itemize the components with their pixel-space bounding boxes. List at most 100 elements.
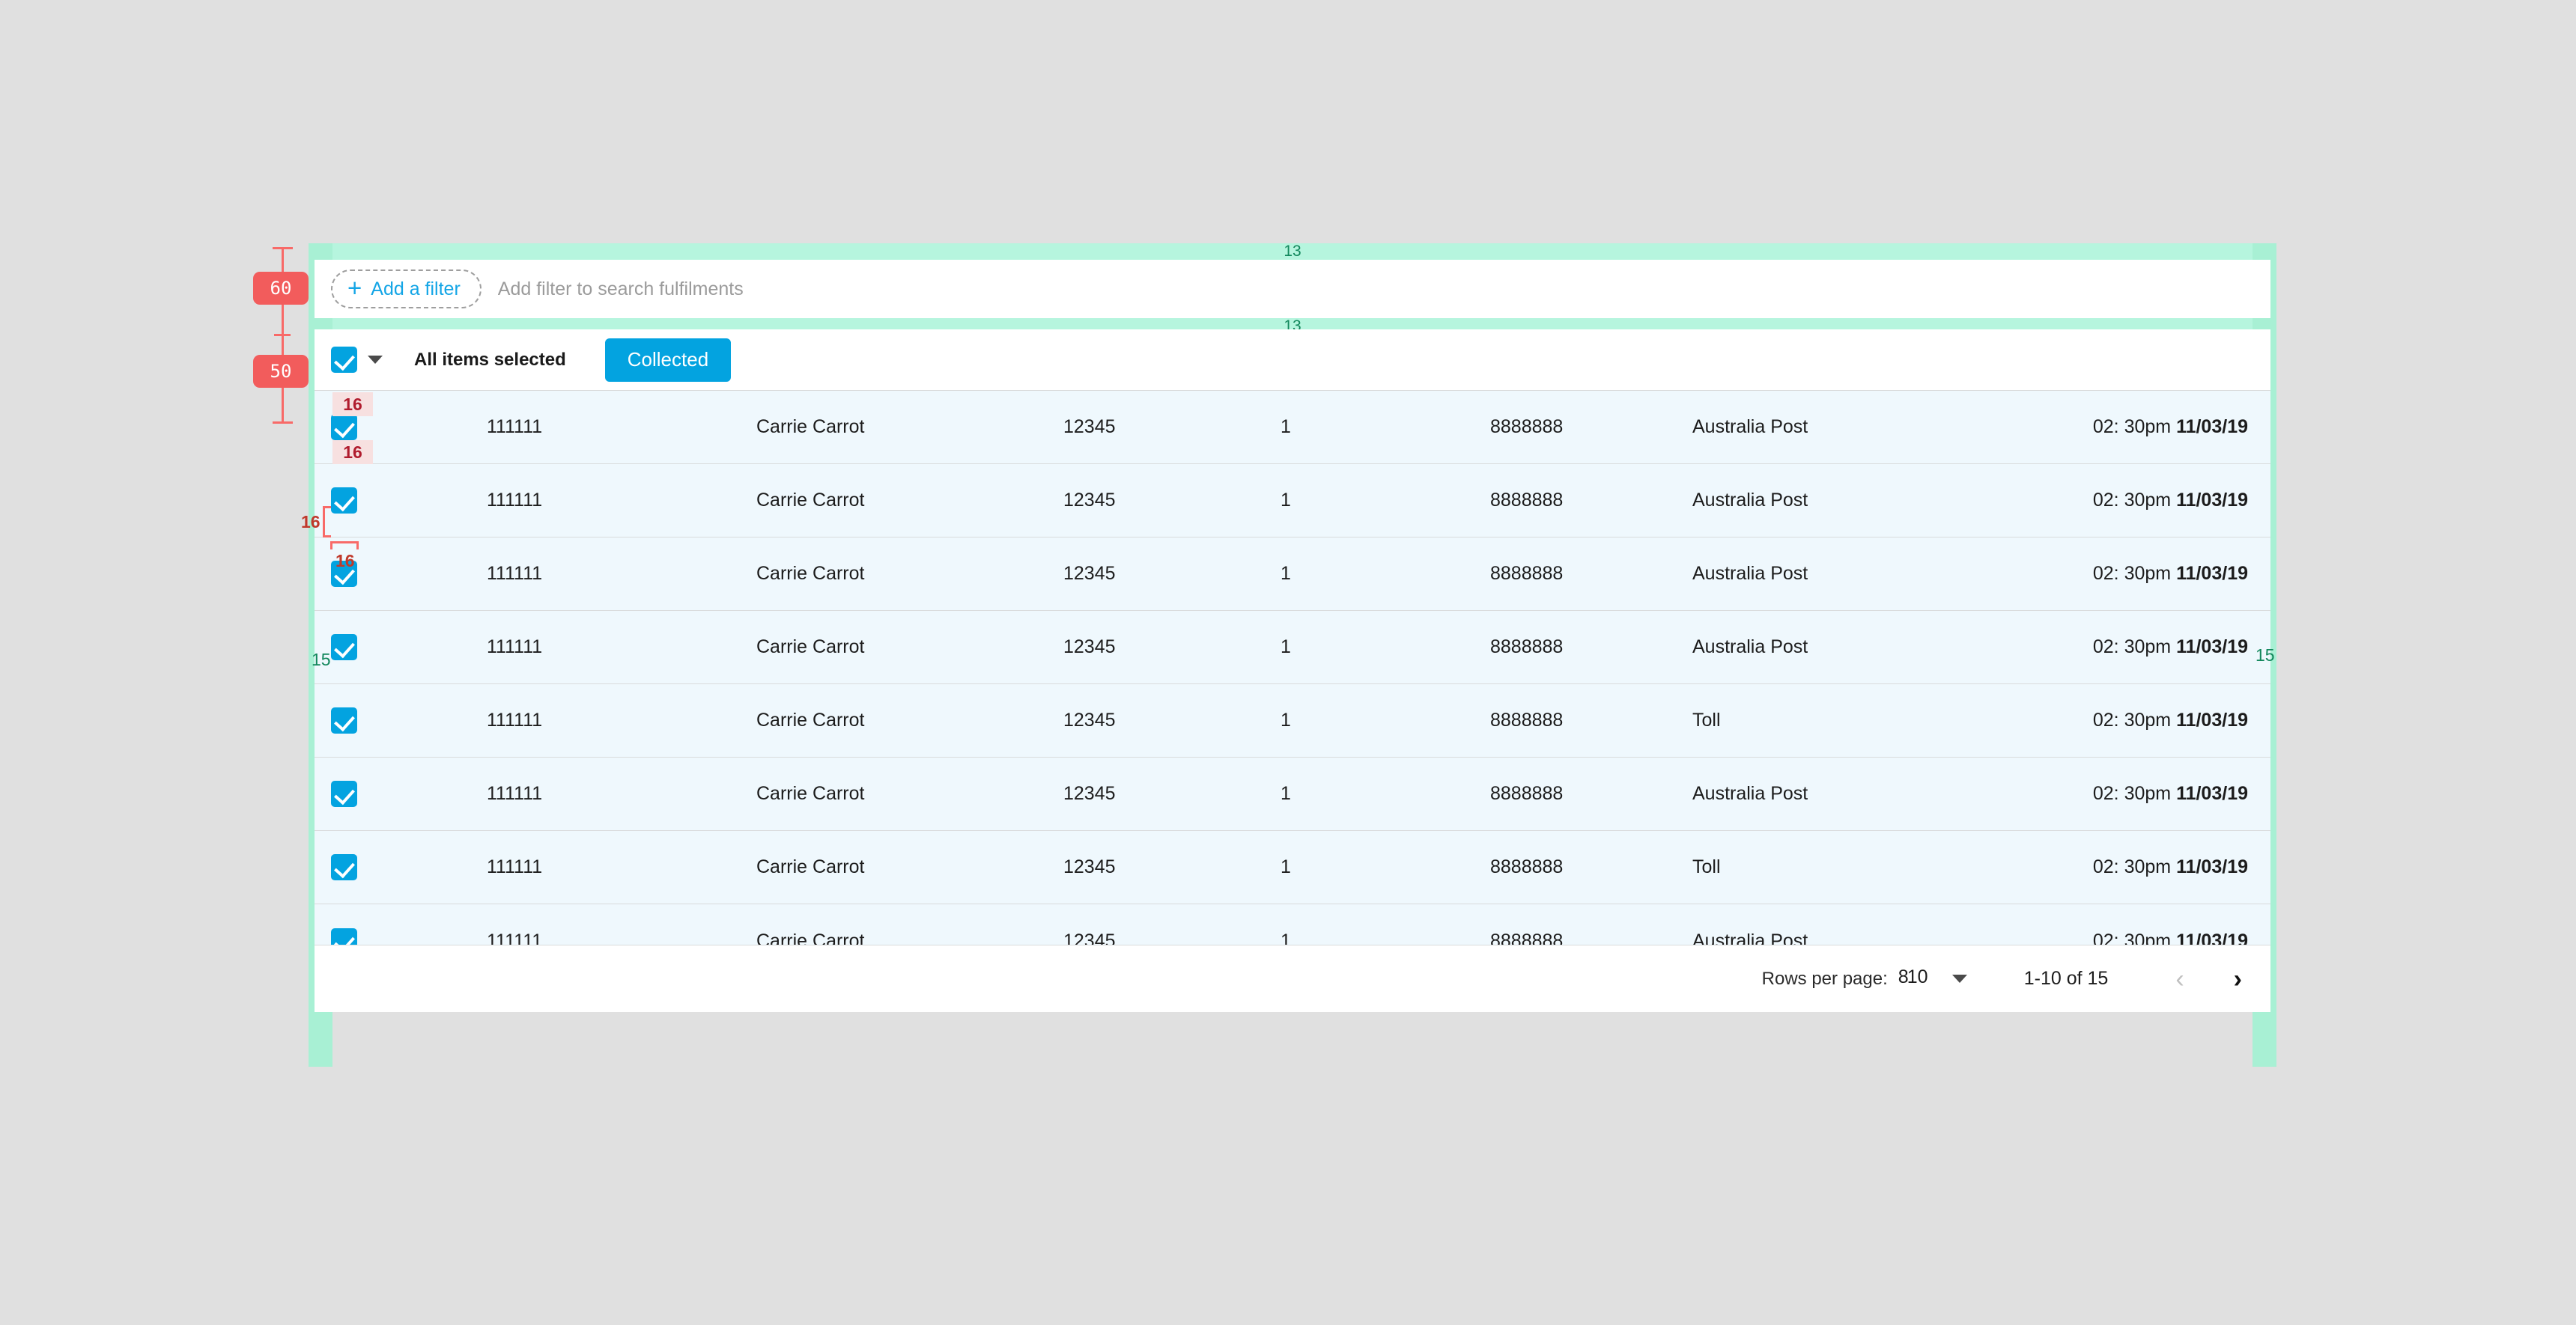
table-row[interactable]: 111111Carrie Carrot1234518888888Australi… — [315, 391, 2270, 464]
add-filter-button[interactable]: + Add a filter — [331, 269, 482, 308]
timestamp-date: 11/03/19 — [2176, 563, 2248, 584]
quantity-cell: 1 — [1281, 856, 1291, 878]
timestamp-cell: 02: 30pm 11/03/19 — [2093, 636, 2248, 658]
table-row[interactable]: 111111Carrie Carrot1234518888888Australi… — [315, 758, 2270, 831]
row-checkbox[interactable] — [331, 414, 357, 440]
add-filter-label: Add a filter — [371, 278, 461, 300]
reference-cell: 12345 — [1063, 636, 1116, 658]
pagination-footer: Rows per page: 8 10 1-10 of 15 ‹ › — [315, 945, 2270, 1012]
timestamp-date: 11/03/19 — [2176, 856, 2248, 877]
badge-filter-height-label: 60 — [270, 278, 292, 299]
rows-per-page-label: Rows per page: — [1762, 969, 1888, 990]
customer-name-cell: Carrie Carrot — [756, 416, 864, 438]
timestamp-time: 02: 30pm — [2093, 636, 2176, 657]
filter-bar: + Add a filter — [315, 260, 2270, 318]
spacing-band-top: 13 — [315, 243, 2270, 260]
chevron-down-icon[interactable] — [368, 356, 383, 364]
chevron-right-icon[interactable]: › — [2234, 966, 2242, 992]
tracking-number-cell: 8888888 — [1490, 710, 1563, 731]
customer-name-cell: Carrie Carrot — [756, 636, 864, 658]
reference-cell: 12345 — [1063, 416, 1116, 438]
tracking-number-cell: 8888888 — [1490, 636, 1563, 658]
quantity-cell: 1 — [1281, 563, 1291, 585]
customer-name-cell: Carrie Carrot — [756, 856, 864, 878]
table-row[interactable]: 111111Carrie Carrot1234518888888Toll02: … — [315, 684, 2270, 758]
timestamp-time: 02: 30pm — [2093, 783, 2176, 804]
badge-filter-height: 60 — [253, 272, 309, 305]
carrier-cell: Toll — [1692, 856, 1721, 878]
row-checkbox[interactable] — [331, 781, 357, 807]
timestamp-cell: 02: 30pm 11/03/19 — [2093, 710, 2248, 731]
timestamp-time: 02: 30pm — [2093, 416, 2176, 437]
carrier-cell: Toll — [1692, 710, 1721, 731]
timestamp-cell: 02: 30pm 11/03/19 — [2093, 783, 2248, 805]
checkbox-gap-top-band: 16 — [332, 392, 373, 416]
checkbox-gap-bottom-band: 16 — [332, 440, 373, 464]
order-cell: 111111 — [487, 710, 542, 731]
measure-tick-top — [273, 247, 293, 249]
checkbox-width-bracket — [330, 541, 359, 549]
selection-count-label: All items selected — [414, 350, 566, 371]
timestamp-date: 11/03/19 — [2176, 783, 2248, 804]
order-cell: 111111 — [487, 563, 542, 585]
measure-tick-bottom — [273, 421, 293, 424]
reference-cell: 12345 — [1063, 856, 1116, 878]
select-all-checkbox[interactable] — [331, 347, 357, 373]
badge-toolbar-height: 50 — [253, 355, 309, 388]
row-checkbox[interactable] — [331, 487, 357, 514]
rows-per-page-value-b: 10 — [1907, 966, 1928, 988]
rows-per-page-select[interactable]: 8 10 — [1898, 966, 1942, 992]
quantity-cell: 1 — [1281, 636, 1291, 658]
table-row[interactable]: 111111 Carrie Carrot 12345 1 8888888 Australi… — [315, 537, 2270, 611]
table-row[interactable]: 111111 Carrie Carrot 12345 1 8888888 Toll 02: … — [315, 831, 2270, 904]
page-range-label: 1-10 of 15 — [2024, 968, 2109, 990]
row-checkbox[interactable] — [331, 707, 357, 734]
customer-name-cell: Carrie Carrot — [756, 710, 864, 731]
tracking-number-cell: 8888888 — [1490, 856, 1563, 878]
filter-search-input[interactable] — [498, 278, 2270, 300]
chevron-left-icon[interactable]: ‹ — [2175, 966, 2184, 992]
checkbox-height-label: 16 — [301, 512, 321, 532]
order-cell: 111111 — [487, 856, 542, 878]
row-checkbox[interactable] — [331, 854, 357, 880]
carrier-cell: Australia Post — [1692, 563, 1808, 585]
carrier-cell: Australia Post — [1692, 416, 1808, 438]
carrier-cell: Australia Post — [1692, 783, 1808, 805]
checkbox-gap-bottom-label: 16 — [343, 442, 362, 463]
collected-button[interactable]: Collected — [605, 338, 731, 382]
tracking-number-cell: 8888888 — [1490, 490, 1563, 511]
fulfilments-table: 111111 Carrie Carrot 12345 1 8888888 Australi… — [315, 391, 2270, 945]
table-row[interactable]: 111111Carrie Carrot1234518888888Australi… — [315, 611, 2270, 684]
quantity-cell: 1 — [1281, 710, 1291, 731]
timestamp-time: 02: 30pm — [2093, 856, 2176, 877]
order-cell: 111111 — [487, 636, 542, 658]
order-cell: 111111 — [487, 416, 542, 438]
timestamp-cell: 02: 30pm 11/03/19 — [2093, 490, 2248, 511]
reference-cell: 12345 — [1063, 563, 1116, 585]
customer-name-cell: Carrie Carrot — [756, 490, 864, 511]
table-row[interactable]: 111111 Carrie Carrot 12345 1 8888888 Australi… — [315, 464, 2270, 537]
plus-icon: + — [347, 275, 362, 300]
timestamp-date: 11/03/19 — [2176, 490, 2248, 511]
tracking-number-cell: 8888888 — [1490, 563, 1563, 585]
timestamp-cell: 02: 30pm 11/03/19 — [2093, 856, 2248, 878]
selection-toolbar: All items selected Collected — [315, 329, 2270, 391]
timestamp-time: 02: 30pm — [2093, 490, 2176, 511]
checkbox-height-bracket — [323, 506, 331, 537]
timestamp-cell: 02: 30pm 11/03/19 — [2093, 563, 2248, 585]
spacing-band-top-label: 13 — [1284, 243, 1301, 261]
quantity-cell: 1 — [1281, 490, 1291, 511]
carrier-cell: Australia Post — [1692, 490, 1808, 511]
gutter-right-label: 15 — [2255, 645, 2275, 665]
reference-cell: 12345 — [1063, 490, 1116, 511]
order-cell: 111111 — [487, 490, 542, 511]
customer-name-cell: Carrie Carrot — [756, 563, 864, 585]
row-checkbox[interactable] — [331, 634, 357, 660]
quantity-cell: 1 — [1281, 783, 1291, 805]
timestamp-date: 11/03/19 — [2176, 416, 2248, 437]
rows-per-page-chevron-down-icon[interactable] — [1952, 975, 1967, 983]
checkbox-width-label: 16 — [335, 551, 355, 571]
design-spec-canvas: 13 13 15 15 + Add a filter All items sel… — [0, 0, 2576, 1325]
order-cell: 111111 — [487, 783, 542, 805]
timestamp-cell: 02: 30pm 11/03/19 — [2093, 416, 2248, 438]
